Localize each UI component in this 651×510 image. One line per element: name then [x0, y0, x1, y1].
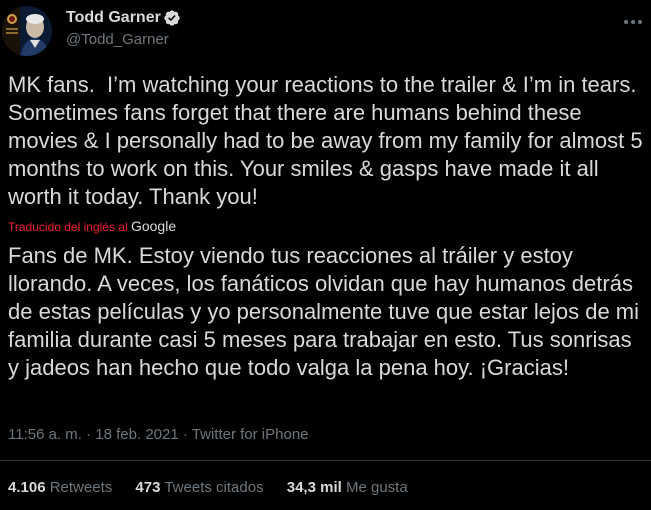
likes-label: Me gusta	[345, 479, 408, 496]
quotes-stat[interactable]: 473 Tweets citados	[135, 479, 267, 496]
quotes-count: 473	[135, 479, 161, 496]
likes-stat[interactable]: 34,3 mil Me gusta	[287, 479, 408, 496]
meta-separator: ·	[182, 426, 188, 443]
divider	[0, 460, 651, 461]
tweet-text: MK fans. I’m watching your reactions to …	[8, 72, 649, 209]
meta-separator: ·	[86, 426, 92, 443]
retweets-label: Retweets	[49, 479, 113, 496]
quotes-label: Tweets citados	[164, 479, 264, 496]
avatar[interactable]	[2, 6, 52, 56]
tweet-date[interactable]: 18 feb. 2021	[95, 426, 178, 443]
more-options-icon[interactable]	[621, 10, 645, 34]
tweet-source[interactable]: Twitter for iPhone	[192, 426, 309, 443]
tweet: Todd Garner @Todd_Garner MK fans. I’m wa…	[0, 0, 651, 510]
avatar-image	[2, 6, 52, 56]
tweet-header: Todd Garner @Todd_Garner	[0, 0, 651, 62]
tweet-time[interactable]: 11:56 a. m.	[8, 426, 82, 443]
display-name[interactable]: Todd Garner	[66, 9, 161, 27]
tweet-stats: 4.106 Retweets 473 Tweets citados 34,3 m…	[8, 479, 427, 496]
retweets-count: 4.106	[8, 479, 46, 496]
translated-by[interactable]: Traducido del inglés al Google	[8, 218, 176, 234]
translated-by-label: Traducido del inglés al	[8, 220, 128, 234]
tweet-meta: 11:56 a. m. · 18 feb. 2021 · Twitter for…	[8, 426, 309, 443]
translated-text: Fans de MK. Estoy viendo tus reacciones …	[8, 243, 646, 380]
likes-count: 34,3 mil	[286, 479, 342, 496]
verified-badge-icon	[164, 10, 180, 26]
retweets-stat[interactable]: 4.106 Retweets	[8, 479, 116, 496]
handle[interactable]: @Todd_Garner	[66, 31, 169, 48]
google-logo-text: Google	[130, 218, 177, 234]
